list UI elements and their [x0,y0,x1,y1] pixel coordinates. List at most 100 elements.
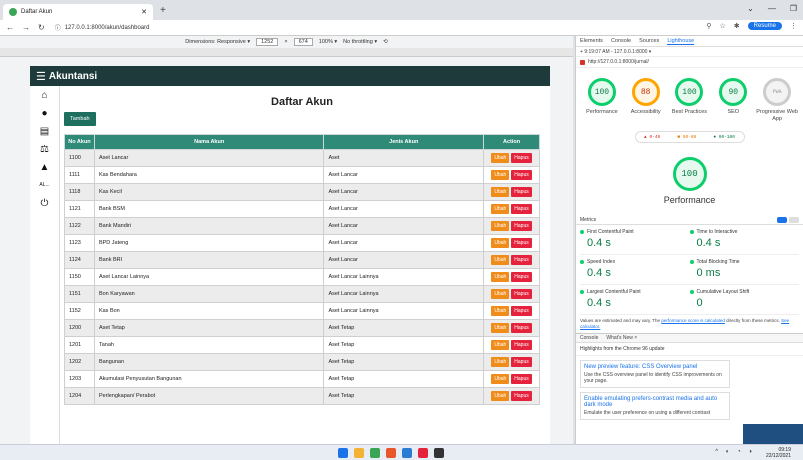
back-icon[interactable]: ← [6,23,14,32]
drawer-tab-whats-new[interactable]: What's New × [606,335,637,341]
book-icon[interactable]: ▤ [30,122,59,140]
add-button[interactable]: Tambah [64,112,96,126]
start-icon[interactable] [338,448,348,458]
edit-button[interactable]: Ubah [491,357,510,367]
minimize-icon[interactable]: — [768,4,776,13]
edit-button[interactable]: Ubah [491,323,510,333]
menu-icon[interactable]: ⋮ [790,22,797,30]
rotate-icon[interactable]: ⟲ [383,39,388,45]
edit-button[interactable]: Ubah [491,391,510,401]
scale-icon[interactable]: ⚖ [30,140,59,158]
delete-button[interactable]: Hapus [511,374,532,384]
metric: Speed Index 0.4 s [580,255,690,285]
dimensions-select[interactable]: Dimensions: Responsive ▾ [185,39,250,45]
report-time[interactable]: 9:19:07 AM - 127.0.0.1:8000 ▾ [584,49,651,55]
delete-button[interactable]: Hapus [511,289,532,299]
zoom-icon[interactable]: ⚲ [706,22,711,30]
devtools-tab[interactable]: Elements [580,38,603,44]
table-row: 1100 Aset Lancar Aset Ubah Hapus [64,149,540,167]
edit-button[interactable]: Ubah [491,255,510,265]
delete-button[interactable]: Hapus [511,357,532,367]
url-text[interactable]: 127.0.0.1:8000/akun/dashboard [65,25,150,31]
delete-button[interactable]: Hapus [511,272,532,282]
devtools-tab[interactable]: Lighthouse [667,38,695,45]
edit-button[interactable]: Ubah [491,272,510,282]
delete-button[interactable]: Hapus [511,306,532,316]
edit-button[interactable]: Ubah [491,374,510,384]
clock[interactable]: 09:19 22/12/2021 [766,447,791,459]
score-gauge[interactable]: 88 Accessibility [624,78,668,123]
news-item[interactable]: Enable emulating prefers-contrast media … [580,392,730,420]
address-bar: ← → ↻ ⓘ 127.0.0.1:8000/akun/dashboard ⚲ … [0,20,803,36]
metric: Largest Contentful Paint 0.4 s [580,285,690,315]
news-title[interactable]: New preview feature: CSS Overview panel [584,364,726,370]
edit-button[interactable]: Ubah [491,187,510,197]
info-icon[interactable]: ⓘ [55,23,61,32]
metric-name: First Contentful Paint [580,229,690,235]
drawer-tab-console[interactable]: Console [580,335,598,341]
app-icon[interactable] [386,448,396,458]
edit-button[interactable]: Ubah [491,153,510,163]
media-icon[interactable] [418,448,428,458]
delete-button[interactable]: Hapus [511,255,532,265]
account-type: Aset Lancar [323,217,485,235]
bag-icon[interactable]: ▲ [30,158,59,176]
news-title[interactable]: Enable emulating prefers-contrast media … [584,396,726,408]
throttle-select[interactable]: No throttling ▾ [343,39,377,45]
resume-button[interactable]: Resume [747,22,782,30]
edit-button[interactable]: Ubah [491,170,510,180]
score-gauge[interactable]: 100 Best Practices [668,78,712,123]
star-icon[interactable]: ☆ [720,22,726,30]
extensions-icon[interactable]: ✱ [734,22,740,30]
pass-icon [689,260,694,264]
score-gauge[interactable]: 100 Performance [580,78,624,123]
delete-button[interactable]: Hapus [511,221,532,231]
width-input[interactable]: 1252 [256,38,279,46]
edit-button[interactable]: Ubah [491,221,510,231]
restore-icon[interactable]: ❐ [790,4,797,13]
new-tab-icon[interactable]: + [160,5,166,16]
edit-button[interactable]: Ubah [491,289,510,299]
edit-button[interactable]: Ubah [491,340,510,350]
close-icon[interactable]: ✕ [141,8,147,16]
delete-button[interactable]: Hapus [511,340,532,350]
explorer-icon[interactable] [354,448,364,458]
edit-button[interactable]: Ubah [491,204,510,214]
table-body: 1100 Aset Lancar Aset Ubah Hapus 1111 Kas Bend… [64,149,540,405]
hamburger-icon[interactable]: ☰ [36,70,46,83]
store-icon[interactable] [402,448,412,458]
sidebar-label[interactable]: AL... [30,176,59,194]
devtools-tab[interactable]: Sources [639,38,659,44]
news-item[interactable]: New preview feature: CSS Overview panel … [580,360,730,388]
view-toggle[interactable] [777,216,799,223]
zoom-select[interactable]: 100% ▾ [319,39,337,45]
chevron-down-icon[interactable]: ⌄ [747,4,754,13]
delete-button[interactable]: Hapus [511,187,532,197]
forward-icon[interactable]: → [22,23,30,32]
height-input[interactable]: 674 [293,38,313,46]
score-gauge[interactable]: 90 SEO [711,78,755,123]
delete-button[interactable]: Hapus [511,170,532,180]
score-gauge[interactable]: PWA Progressive Web App [755,78,799,123]
edit-button[interactable]: Ubah [491,306,510,316]
delete-button[interactable]: Hapus [511,153,532,163]
browser-tab[interactable]: Daftar Akun ✕ [3,4,153,20]
delete-button[interactable]: Hapus [511,391,532,401]
system-tray[interactable]: ^ ◐ ◔ ◑ [715,449,755,455]
chrome-icon[interactable] [370,448,380,458]
action-cell: Ubah Hapus [483,285,540,303]
terminal-icon[interactable] [434,448,444,458]
score-calc-link[interactable]: performance score is calculated [661,318,725,323]
logout-icon[interactable]: ⏻ [30,194,59,212]
delete-button[interactable]: Hapus [511,238,532,248]
reload-icon[interactable]: ↻ [38,23,45,32]
delete-button[interactable]: Hapus [511,204,532,214]
devtools-tab[interactable]: Console [611,38,631,44]
action-cell: Ubah Hapus [483,319,540,337]
delete-button[interactable]: Hapus [511,323,532,333]
account-type: Aset Lancar Lainnya [323,268,485,286]
window-controls: ⌄ — ❐ [747,4,797,13]
account-number: 1152 [64,302,95,320]
edit-button[interactable]: Ubah [491,238,510,248]
whats-new-heading: Highlights from the Chrome 96 update [576,343,803,356]
